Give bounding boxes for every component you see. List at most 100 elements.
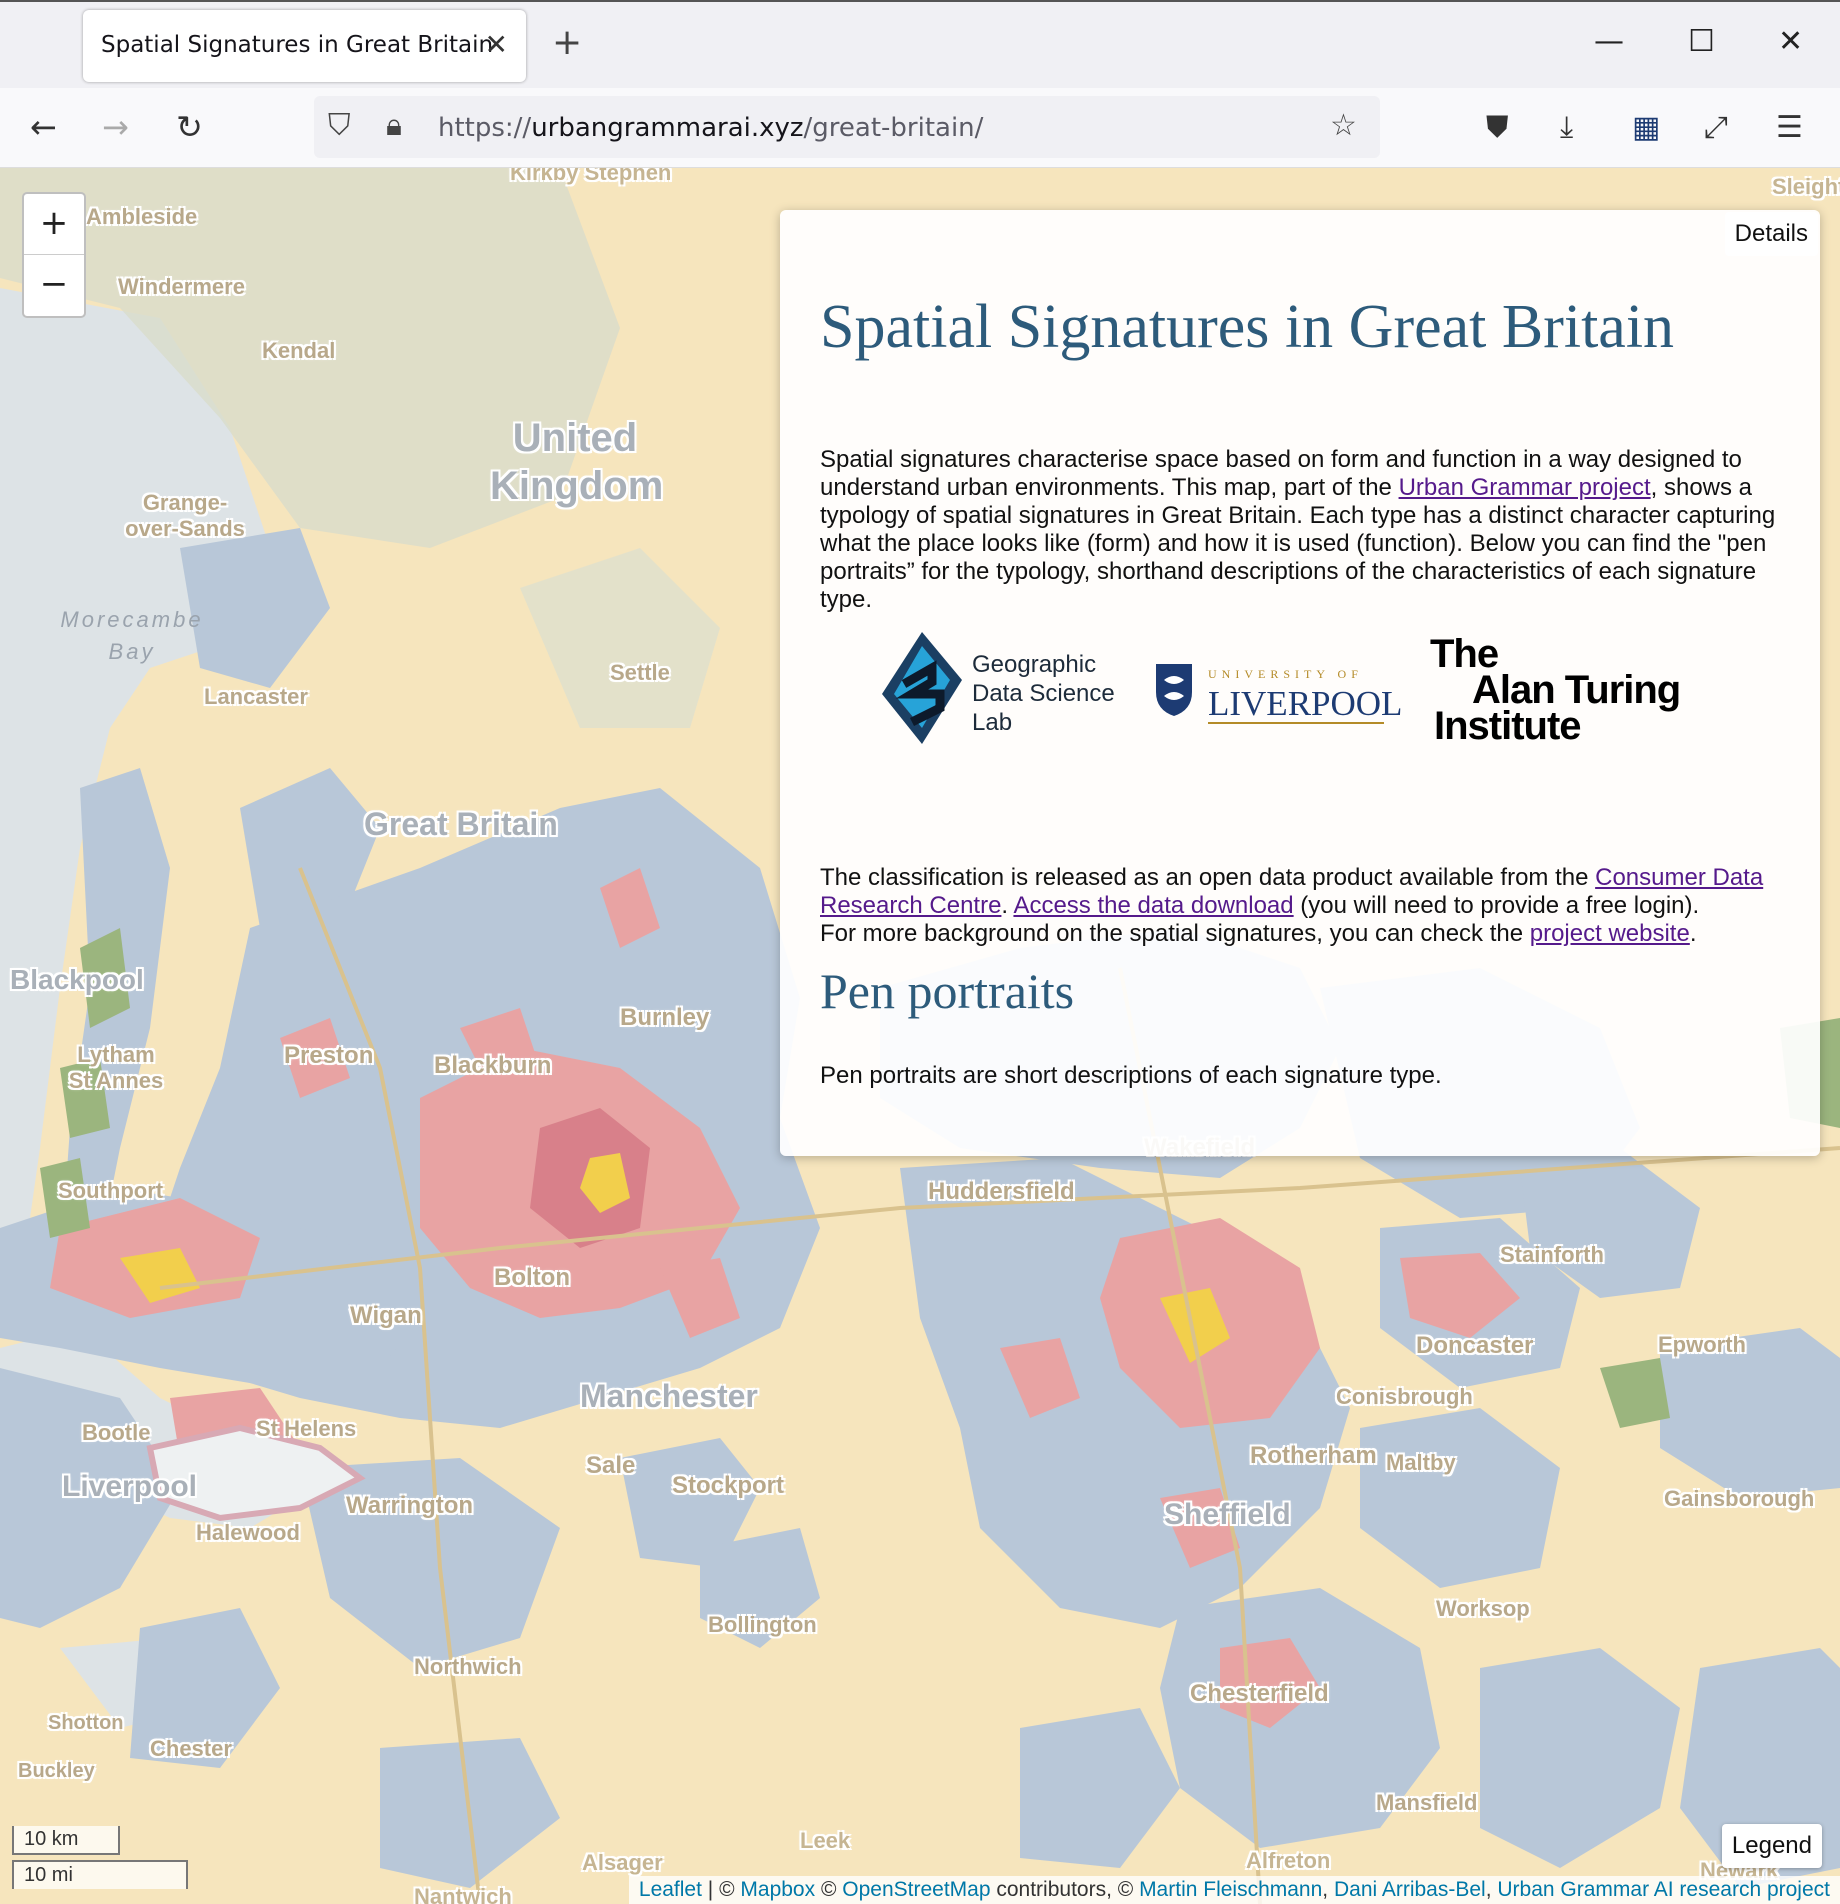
- project-website-link[interactable]: project website: [1530, 920, 1690, 947]
- fullscreen-icon[interactable]: ⤢: [1704, 110, 1728, 145]
- place-label: Grange-over-Sands: [125, 490, 245, 541]
- author-link[interactable]: Martin Fleischmann: [1139, 1878, 1322, 1901]
- back-arrow-icon[interactable]: ←: [30, 108, 57, 146]
- country-label: United Kingdom: [490, 416, 664, 508]
- leaflet-link[interactable]: Leaflet: [639, 1878, 702, 1901]
- details-toggle-button[interactable]: Details: [1724, 212, 1818, 256]
- water-label: Morecambe Bay: [60, 607, 204, 664]
- place-label: Halewood: [196, 1520, 300, 1545]
- new-tab-icon[interactable]: +: [552, 22, 582, 63]
- gdsl-logo-icon: [882, 632, 962, 744]
- liverpool-crest-icon: [1156, 664, 1192, 716]
- place-label: Kirkby Stephen: [510, 168, 672, 185]
- place-label: Shotton: [48, 1712, 124, 1734]
- place-label: Sheffield: [1164, 1498, 1291, 1531]
- place-label: Ambleside: [86, 204, 198, 229]
- place-label: Wigan: [350, 1302, 422, 1329]
- place-label: Chesterfield: [1190, 1680, 1329, 1707]
- place-label: Buckley: [18, 1760, 95, 1782]
- close-tab-icon[interactable]: ✕: [485, 28, 508, 61]
- place-label: Blackpool: [10, 964, 144, 995]
- tab-title: Spatial Signatures in Great Britain: [101, 32, 494, 58]
- place-label: Preston: [284, 1042, 374, 1069]
- place-label: Conisbrough: [1336, 1384, 1473, 1409]
- place-label: Blackburn: [434, 1052, 552, 1079]
- data-paragraph: The classification is released as an ope…: [820, 864, 1764, 947]
- maximize-icon[interactable]: ☐: [1688, 24, 1715, 59]
- mapbox-link[interactable]: Mapbox: [740, 1878, 815, 1901]
- place-label: Northwich: [414, 1654, 522, 1679]
- place-label: Lancaster: [204, 684, 308, 709]
- place-label: Alsager: [582, 1850, 663, 1875]
- zoom-in-button[interactable]: +: [24, 194, 84, 255]
- shield-icon[interactable]: ⛉: [328, 108, 351, 143]
- place-label: Doncaster: [1416, 1332, 1534, 1359]
- pen-portraits-text: Pen portraits are short descriptions of …: [820, 1062, 1442, 1089]
- url-text[interactable]: https://urbangrammarai.xyz/great-britain…: [438, 113, 983, 143]
- scale-bar-km: 10 km: [12, 1826, 120, 1855]
- place-label: Stockport: [672, 1472, 785, 1499]
- star-icon[interactable]: ☆: [1330, 108, 1357, 143]
- place-label: Alfreton: [1246, 1848, 1331, 1873]
- zoom-control: + −: [22, 192, 86, 318]
- forward-arrow-icon[interactable]: →: [102, 108, 129, 146]
- place-label: Leek: [800, 1828, 851, 1853]
- place-label: Warrington: [346, 1492, 474, 1519]
- lock-icon[interactable]: 🔒︎: [386, 108, 402, 143]
- map-view[interactable]: Kirkby Stephen Sleights Ambleside Winder…: [0, 168, 1840, 1904]
- place-label: Epworth: [1658, 1332, 1746, 1357]
- menu-icon[interactable]: ☰: [1776, 110, 1803, 145]
- place-label: Chester: [150, 1736, 232, 1761]
- place-label: Mansfield: [1376, 1790, 1478, 1815]
- pocket-icon[interactable]: ⛊: [1486, 110, 1509, 145]
- extension-icon[interactable]: ▦: [1632, 110, 1660, 145]
- place-label: Lytham St Annes: [68, 1042, 164, 1093]
- legend-button[interactable]: Legend: [1721, 1824, 1822, 1868]
- pen-portraits-heading: Pen portraits: [820, 963, 1075, 1019]
- browser-tab-active[interactable]: Spatial Signatures in Great Britain ✕: [83, 10, 526, 82]
- liverpool-logo-name: LIVERPOOL: [1208, 684, 1403, 723]
- place-label: Gainsborough: [1664, 1486, 1815, 1511]
- place-label: Liverpool: [62, 1470, 198, 1503]
- place-label: Settle: [610, 660, 670, 685]
- data-download-link[interactable]: Access the data download: [1013, 892, 1293, 919]
- page-title: Spatial Signatures in Great Britain: [820, 293, 1675, 361]
- place-label: Maltby: [1386, 1450, 1456, 1475]
- minimize-icon[interactable]: —: [1594, 24, 1624, 59]
- place-label: St Helens: [256, 1416, 357, 1441]
- place-label: Rotherham: [1250, 1442, 1377, 1469]
- turing-logo: The Alan Turing Institute: [1430, 632, 1681, 748]
- place-label: Manchester: [580, 1378, 758, 1414]
- gdsl-logo-text: Geographic Data Science Lab: [972, 651, 1115, 736]
- map-attribution: Leaflet | © Mapbox © OpenStreetMap contr…: [628, 1876, 1840, 1904]
- place-label: Stainforth: [1500, 1242, 1604, 1267]
- author-link[interactable]: Dani Arribas-Bel: [1334, 1878, 1486, 1901]
- browser-navbar: ← → ↻ ⛉ 🔒︎ https://urbangrammarai.xyz/gr…: [0, 88, 1840, 168]
- project-link[interactable]: Urban Grammar AI research project: [1497, 1878, 1830, 1901]
- details-panel: Details Spatial Signatures in Great Brit…: [780, 210, 1820, 1156]
- close-window-icon[interactable]: ✕: [1778, 24, 1803, 59]
- place-label: Bolton: [494, 1264, 570, 1291]
- intro-paragraph: Spatial signatures characterise space ba…: [820, 446, 1776, 613]
- place-label: Worksop: [1436, 1596, 1530, 1621]
- url-bar[interactable]: ⛉ 🔒︎ https://urbangrammarai.xyz/great-br…: [314, 96, 1380, 158]
- liverpool-logo-rule: [1208, 722, 1384, 724]
- osm-link[interactable]: OpenStreetMap: [842, 1878, 990, 1901]
- place-label: Burnley: [620, 1004, 710, 1031]
- place-label: Bootle: [82, 1420, 151, 1445]
- place-label: Bollington: [708, 1612, 817, 1637]
- place-label: Southport: [58, 1178, 164, 1203]
- place-label: Kendal: [262, 338, 336, 363]
- region-label: Great Britain: [364, 806, 558, 842]
- place-label: Huddersfield: [928, 1178, 1075, 1205]
- liverpool-logo-subtitle: UNIVERSITY OF: [1208, 667, 1363, 681]
- place-label: Nantwich: [414, 1884, 512, 1904]
- reload-icon[interactable]: ↻: [176, 108, 203, 146]
- place-label: Sleights: [1772, 174, 1840, 199]
- browser-titlebar: Spatial Signatures in Great Britain ✕ + …: [0, 0, 1840, 88]
- urban-grammar-project-link[interactable]: Urban Grammar project: [1399, 474, 1651, 501]
- place-label: Windermere: [118, 274, 245, 299]
- zoom-out-button[interactable]: −: [24, 255, 84, 316]
- place-label: Sale: [586, 1452, 636, 1479]
- download-icon[interactable]: ⤓: [1560, 110, 1573, 145]
